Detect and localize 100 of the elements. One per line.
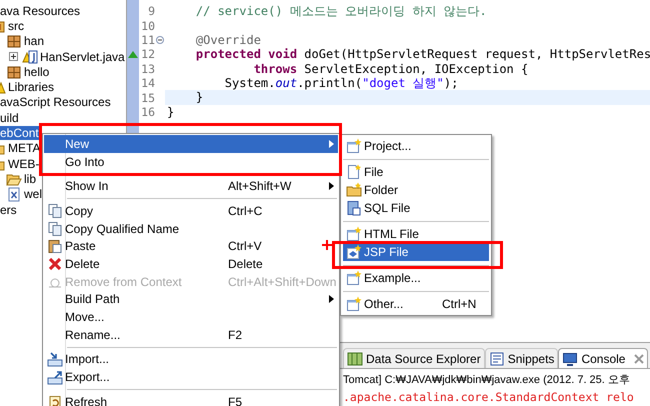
menu-item[interactable]: Folder [343, 181, 489, 199]
menu-label: SQL File [364, 200, 412, 217]
tree-item[interactable]: lib [24, 172, 36, 186]
menu-label: JSP File [364, 244, 410, 261]
line-number: 10 [141, 18, 155, 33]
menu-shortcut: F2 [228, 328, 242, 342]
export-icon [47, 369, 63, 386]
new-folder-icon [346, 182, 362, 198]
view-tab[interactable]: Data Source Explorer [343, 348, 485, 368]
menu-item[interactable]: Copy Qualified Name [44, 220, 338, 238]
package-icon [6, 64, 22, 80]
console-line: Tomcat] C:₩JAVA₩jdk₩bin₩javaw.exe (2012. 7. 25. 오후 [343, 373, 631, 388]
menu-item[interactable]: Project... [343, 137, 489, 155]
tree-item[interactable]: wel [24, 187, 42, 202]
menu-label: Remove from Context [65, 274, 183, 291]
menu-label: Build Path [65, 291, 121, 308]
new-project-icon [346, 138, 362, 154]
menu-item[interactable]: JSP File [343, 243, 489, 261]
menu-item[interactable]: Export... [44, 368, 338, 386]
tree-item[interactable]: WEB- [8, 156, 40, 171]
tree-item[interactable]: avaScript Resources [0, 95, 111, 110]
menu-shortcut: Ctrl+N [442, 296, 476, 313]
menu-item[interactable]: Example... [343, 269, 489, 287]
menu-shortcut: Ctrl+V [228, 239, 262, 254]
map-icon [347, 350, 363, 366]
line-number: 11 [141, 32, 155, 47]
tab-label: Snippets [508, 350, 554, 368]
delete-icon [47, 256, 63, 272]
menu-item[interactable]: Move... [44, 308, 338, 326]
monitor-icon [562, 350, 578, 366]
tab-label: Console [581, 350, 626, 368]
new-jsp-file-icon [346, 244, 362, 260]
paste-icon [47, 238, 63, 254]
tree-item[interactable]: META [8, 141, 40, 156]
menu-shortcut: Delete [228, 256, 263, 271]
menu-item[interactable]: Go Into [44, 152, 338, 170]
menu-label: Folder [364, 182, 400, 199]
tree-item[interactable]: hello [24, 64, 50, 79]
tree-item[interactable]: Libraries [8, 80, 54, 94]
tree-item[interactable]: uild [0, 110, 19, 125]
menu-label: File [364, 164, 384, 181]
menu-shortcut: Alt+Shift+W [228, 179, 292, 194]
menu-label: Paste [65, 238, 97, 256]
fold-icon[interactable] [156, 36, 164, 44]
menu-label: Example... [364, 270, 422, 287]
tree-item[interactable]: han [24, 34, 44, 48]
menu-item[interactable]: SQL File [343, 199, 489, 217]
code-line: @Override [194, 32, 261, 47]
copy-icon [47, 202, 63, 219]
menu-item[interactable]: File [343, 163, 489, 181]
code-line: System.out.println("doget 실행"); [224, 76, 458, 90]
menu-label: HTML File [364, 226, 420, 243]
tree-item[interactable]: src [8, 18, 24, 33]
menu-shortcut: Ctrl+C [228, 204, 262, 218]
crosshair-mark [322, 240, 332, 250]
tree-item[interactable]: HanServlet.java [40, 50, 125, 64]
menu-label: Export... [65, 369, 111, 386]
tree-item[interactable]: ava Resources [0, 4, 80, 18]
refresh-icon [47, 394, 63, 406]
menu-item[interactable]: Copy Ctrl+C [44, 202, 338, 220]
menu-label: Copy Qualified Name [65, 220, 180, 238]
menu-item[interactable]: New [44, 135, 338, 153]
code-line: } [167, 104, 174, 119]
package-icon [6, 33, 22, 50]
menu-label: Rename... [65, 326, 122, 344]
java-file-icon [22, 48, 38, 65]
new-example-icon [346, 270, 362, 286]
menu-label: Project... [364, 138, 412, 155]
close-icon[interactable] [634, 354, 644, 364]
tree-item[interactable]: ers [0, 202, 17, 216]
code-line: throws ServletException, IOException { [252, 62, 528, 76]
menu-item[interactable]: Refresh F5 [44, 392, 338, 406]
menu-label: Import... [65, 351, 110, 368]
menu-label: Delete [65, 256, 101, 273]
menu-label: Refresh [65, 394, 108, 406]
menu-item[interactable]: Import... [44, 350, 338, 368]
menu-item[interactable]: Paste Ctrl+V [44, 237, 338, 256]
menu-item[interactable]: Show In Alt+Shift+W [44, 177, 338, 196]
copy-icon [47, 220, 63, 237]
code-line: protected void doGet(HttpServletRequest request, HttpServletRes [194, 47, 650, 62]
console-line: .apache.catalina.core.StandardContext relo [343, 389, 635, 406]
line-number: 16 [141, 104, 155, 119]
line-number: 9 [148, 4, 155, 18]
menu-item[interactable]: Build Path [44, 290, 338, 308]
view-tab[interactable]: Snippets [484, 348, 558, 368]
line-number: 12 [141, 47, 155, 62]
menu-label: New [65, 136, 90, 153]
menu-item[interactable]: Delete Delete [44, 255, 338, 273]
menu-shortcut: F5 [228, 394, 242, 406]
new-file-icon [346, 164, 362, 180]
expand-icon[interactable] [9, 52, 18, 62]
menu-item[interactable]: Rename... F2 [44, 326, 338, 344]
code-line: // service() 메소드는 오버라이딩 하지 않는다. [194, 4, 487, 18]
tree-item[interactable]: ebCont [0, 126, 39, 140]
menu-label: Show In [65, 178, 110, 196]
menu-item[interactable]: HTML File [343, 225, 489, 243]
view-tab[interactable]: Console [558, 348, 648, 368]
tab-label: Data Source Explorer [366, 350, 481, 368]
line-number: 14 [141, 76, 155, 90]
menu-item[interactable]: Other... Ctrl+N [343, 295, 489, 313]
